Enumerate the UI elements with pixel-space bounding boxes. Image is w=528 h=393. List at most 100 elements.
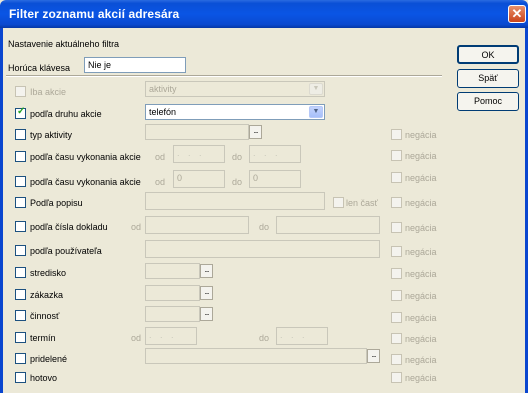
druh-akcie-value: telefón xyxy=(149,107,177,117)
doklad-do-input[interactable] xyxy=(276,216,380,234)
iba-akcie-select[interactable]: aktivity ▼ xyxy=(145,81,325,97)
cas1-od-placeholder: . . . xyxy=(177,148,205,158)
cinnost-browse-button[interactable]: ... xyxy=(200,307,213,321)
typ-aktivity-input[interactable] xyxy=(145,124,249,140)
help-button[interactable]: Pomoc xyxy=(457,92,519,111)
pridelene-label: pridelené xyxy=(30,354,68,364)
termin-neg-label: negácia xyxy=(405,334,437,344)
popis-checkbox[interactable] xyxy=(15,197,26,208)
druh-akcie-checkbox[interactable]: ✓ xyxy=(15,106,26,119)
hotovo-label: hotovo xyxy=(30,373,58,383)
termin-checkbox[interactable] xyxy=(15,332,26,343)
typ-aktivity-browse-button[interactable]: ... xyxy=(249,125,262,139)
pridelene-neg-label: negácia xyxy=(405,355,437,365)
cas2-checkbox[interactable] xyxy=(15,176,26,187)
typ-aktivity-label: typ aktivity xyxy=(30,130,73,140)
zakazka-neg-label: negácia xyxy=(405,291,437,301)
termin-od-input[interactable]: . . . xyxy=(145,327,197,345)
doklad-od-input[interactable] xyxy=(145,216,249,234)
cas2-od-input[interactable]: 0 xyxy=(173,170,225,188)
termin-od-label: od xyxy=(131,333,142,343)
cas2-label: podľa času vykonania akcie xyxy=(30,177,141,187)
iba-akcie-value: aktivity xyxy=(149,84,177,94)
cinnost-label: činnosť xyxy=(30,311,60,321)
iba-akcie-checkbox[interactable] xyxy=(15,86,26,97)
cas1-od-input[interactable]: . . . xyxy=(173,145,225,163)
pouzivatel-label: podľa používateľa xyxy=(30,246,102,256)
pridelene-browse-button[interactable]: ... xyxy=(367,349,380,363)
ok-button[interactable]: OK xyxy=(457,45,519,64)
typ-aktivity-neg-label: negácia xyxy=(405,130,437,140)
check-icon: ✓ xyxy=(17,106,26,117)
cinnost-neg-label: negácia xyxy=(405,313,437,323)
doklad-checkbox[interactable] xyxy=(15,221,26,232)
cas2-do-label: do xyxy=(232,177,243,187)
stredisko-input[interactable] xyxy=(145,263,200,279)
stredisko-label: stredisko xyxy=(30,268,67,278)
termin-label: termín xyxy=(30,333,56,343)
pouzivatel-neg-checkbox[interactable] xyxy=(391,246,402,257)
title-bar: Filter zoznamu akcií adresára ✕ xyxy=(0,0,528,28)
stredisko-checkbox[interactable] xyxy=(15,267,26,278)
doklad-od-label: od xyxy=(131,222,142,232)
header-divider xyxy=(6,75,442,77)
cas2-od-label: od xyxy=(155,177,166,187)
doklad-neg-checkbox[interactable] xyxy=(391,222,402,233)
cas1-label: podľa času vykonania akcie xyxy=(30,152,141,162)
popis-label: Podľa popisu xyxy=(30,198,83,208)
close-icon[interactable]: ✕ xyxy=(508,5,526,23)
pouzivatel-neg-label: negácia xyxy=(405,247,437,257)
cas1-neg-label: negácia xyxy=(405,151,437,161)
iba-akcie-label: Iba akcie xyxy=(30,87,67,97)
zakazka-input[interactable] xyxy=(145,285,200,301)
druh-akcie-select[interactable]: telefón ▼ xyxy=(145,104,325,120)
stredisko-neg-checkbox[interactable] xyxy=(391,268,402,279)
pridelene-input[interactable] xyxy=(145,348,367,364)
doklad-neg-label: negácia xyxy=(405,223,437,233)
zakazka-neg-checkbox[interactable] xyxy=(391,290,402,301)
pouzivatel-input[interactable] xyxy=(145,240,380,258)
druh-akcie-label: podľa druhu akcie xyxy=(30,109,102,119)
hotovo-checkbox[interactable] xyxy=(15,372,26,383)
cas1-neg-checkbox[interactable] xyxy=(391,150,402,161)
zakazka-checkbox[interactable] xyxy=(15,289,26,300)
cas1-do-placeholder: . . . xyxy=(253,148,281,158)
pridelene-neg-checkbox[interactable] xyxy=(391,354,402,365)
pouzivatel-checkbox[interactable] xyxy=(15,245,26,256)
typ-aktivity-checkbox[interactable] xyxy=(15,129,26,140)
termin-od-placeholder: . . . xyxy=(149,330,177,340)
cas2-neg-label: negácia xyxy=(405,173,437,183)
cas2-do-input[interactable]: 0 xyxy=(249,170,301,188)
termin-do-input[interactable]: . . . xyxy=(276,327,328,345)
termin-neg-checkbox[interactable] xyxy=(391,333,402,344)
stredisko-browse-button[interactable]: ... xyxy=(200,264,213,278)
chevron-down-icon[interactable]: ▼ xyxy=(309,83,323,95)
cas1-checkbox[interactable] xyxy=(15,151,26,162)
pridelene-checkbox[interactable] xyxy=(15,353,26,364)
dialog-content: Nastavenie aktuálneho filtra Horúca kláv… xyxy=(3,28,525,393)
doklad-label: podľa čísla dokladu xyxy=(30,222,108,232)
cas1-do-input[interactable]: . . . xyxy=(249,145,301,163)
popis-neg-label: negácia xyxy=(405,198,437,208)
cas2-neg-checkbox[interactable] xyxy=(391,172,402,183)
hotovo-neg-checkbox[interactable] xyxy=(391,372,402,383)
termin-do-placeholder: . . . xyxy=(280,330,308,340)
section-label: Nastavenie aktuálneho filtra xyxy=(8,39,120,49)
zakazka-browse-button[interactable]: ... xyxy=(200,286,213,300)
cinnost-neg-checkbox[interactable] xyxy=(391,312,402,323)
popis-neg-checkbox[interactable] xyxy=(391,197,402,208)
back-button[interactable]: Späť xyxy=(457,69,519,88)
zakazka-label: zákazka xyxy=(30,290,64,300)
typ-aktivity-neg-checkbox[interactable] xyxy=(391,129,402,140)
hotkey-input[interactable]: Nie je xyxy=(84,57,186,73)
chevron-down-icon[interactable]: ▼ xyxy=(309,106,323,118)
popis-input[interactable] xyxy=(145,192,325,210)
window-title: Filter zoznamu akcií adresára xyxy=(9,7,180,21)
len-cast-label: len časť xyxy=(346,198,378,208)
cinnost-checkbox[interactable] xyxy=(15,310,26,321)
cinnost-input[interactable] xyxy=(145,306,200,322)
len-cast-checkbox[interactable] xyxy=(333,197,344,208)
cas1-do-label: do xyxy=(232,152,243,162)
termin-do-label: do xyxy=(259,333,270,343)
stredisko-neg-label: negácia xyxy=(405,269,437,279)
